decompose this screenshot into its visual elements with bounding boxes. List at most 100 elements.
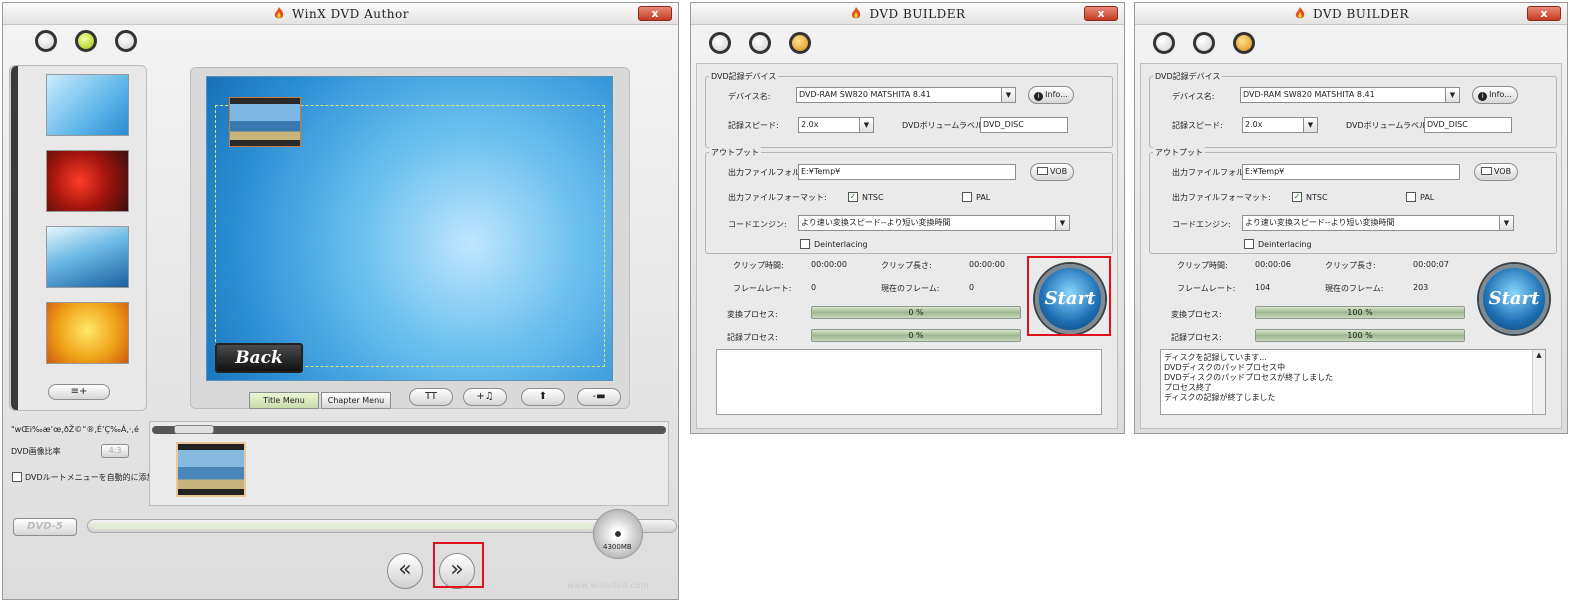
current-frame-label: 現在のフレーム: bbox=[1325, 284, 1384, 293]
record-progress-bar: 100 % bbox=[1255, 329, 1465, 342]
vob-button[interactable]: VOB bbox=[1030, 163, 1074, 181]
volume-label: DVDボリュームラベル: bbox=[1346, 121, 1430, 130]
chevron-down-icon[interactable]: ▼ bbox=[1499, 216, 1513, 230]
chevron-down-icon[interactable]: ▼ bbox=[1055, 216, 1069, 230]
record-label: 記録プロセス: bbox=[727, 333, 778, 342]
ntsc-checkbox[interactable]: ✓ bbox=[848, 192, 858, 202]
info-label: Info... bbox=[1489, 90, 1512, 99]
flame-icon bbox=[274, 7, 284, 19]
device-select[interactable]: DVD-RAM SW820 MATSHITA 8.41 ▼ bbox=[1240, 87, 1460, 103]
step-indicator-3[interactable] bbox=[789, 32, 811, 54]
step-indicator-2[interactable] bbox=[75, 30, 97, 52]
remove-button[interactable]: -▬ bbox=[577, 388, 621, 406]
vob-label: VOB bbox=[1049, 167, 1068, 176]
close-button[interactable]: x bbox=[638, 6, 672, 21]
step-indicator-1[interactable] bbox=[35, 30, 57, 52]
template-scrollbar[interactable] bbox=[10, 66, 18, 410]
step-indicator-2[interactable] bbox=[1193, 32, 1215, 54]
engine-select[interactable]: より速い変換スピード--より短い変換時間 ▼ bbox=[798, 215, 1070, 231]
capacity-bar bbox=[87, 519, 677, 533]
window-title: DVD BUILDER bbox=[1293, 7, 1409, 21]
dvd-type-badge[interactable]: DVD-5 bbox=[13, 518, 77, 536]
step-indicator-1[interactable] bbox=[709, 32, 731, 54]
info-button[interactable]: i Info... bbox=[1472, 86, 1518, 104]
title-clip-thumbnail[interactable] bbox=[176, 442, 246, 497]
folder-icon bbox=[1036, 167, 1048, 175]
engine-select[interactable]: より速い変換スピード--より短い変換時間 ▼ bbox=[1242, 215, 1514, 231]
speed-select[interactable]: 2.0x ▼ bbox=[798, 117, 874, 133]
chevron-down-icon[interactable]: ▼ bbox=[859, 118, 873, 132]
move-up-button[interactable]: ⬆ bbox=[521, 388, 565, 406]
prev-button[interactable]: « bbox=[387, 553, 423, 589]
ntsc-checkbox[interactable]: ✓ bbox=[1292, 192, 1302, 202]
template-thumb-3[interactable] bbox=[46, 226, 129, 288]
text-tool-button[interactable]: TT bbox=[409, 388, 453, 406]
deinterlacing-checkbox[interactable] bbox=[1244, 239, 1254, 249]
deinterlacing-checkbox[interactable] bbox=[800, 239, 810, 249]
speed-select[interactable]: 2.0x ▼ bbox=[1242, 117, 1318, 133]
step-indicator-3[interactable] bbox=[115, 30, 137, 52]
frame-rate-value: 0 bbox=[811, 283, 817, 292]
pal-checkbox[interactable] bbox=[962, 192, 972, 202]
builder-titlebar: DVD BUILDER x bbox=[691, 3, 1124, 25]
template-thumb-4[interactable] bbox=[46, 302, 129, 364]
tab-title-menu[interactable]: Title Menu bbox=[249, 392, 319, 409]
log-line: DVDディスクのパッドプロセス中 bbox=[1164, 363, 1286, 372]
info-button[interactable]: i Info... bbox=[1028, 86, 1074, 104]
template-thumb-1[interactable] bbox=[46, 74, 129, 136]
title-strip-scrollbar[interactable] bbox=[152, 425, 666, 434]
ntsc-label: NTSC bbox=[1306, 193, 1328, 202]
volume-input[interactable]: DVD_DISC bbox=[980, 117, 1068, 133]
vob-button[interactable]: VOB bbox=[1474, 163, 1518, 181]
close-button[interactable]: x bbox=[1084, 6, 1118, 21]
clip-length-label: クリップ長さ: bbox=[881, 261, 932, 270]
device-select[interactable]: DVD-RAM SW820 MATSHITA 8.41 ▼ bbox=[796, 87, 1016, 103]
current-frame-label: 現在のフレーム: bbox=[881, 284, 940, 293]
aspect-ratio-button[interactable]: 4:3 bbox=[101, 444, 129, 458]
frame-rate-label: フレームレート: bbox=[1177, 284, 1236, 293]
format-label: 出力ファイルフォーマット: bbox=[1172, 193, 1271, 202]
convert-progress-bar: 0 % bbox=[811, 306, 1021, 319]
menu-preview[interactable]: Back bbox=[206, 76, 613, 381]
frame-rate-value: 104 bbox=[1255, 283, 1271, 292]
info-icon: i bbox=[1478, 92, 1488, 101]
chevron-down-icon[interactable]: ▼ bbox=[1303, 118, 1317, 132]
flame-icon bbox=[852, 7, 861, 19]
add-menu-button[interactable]: ≡+ bbox=[48, 384, 110, 400]
deinterlacing-label: Deinterlacing bbox=[814, 240, 868, 249]
auto-root-menu-checkbox[interactable] bbox=[12, 472, 22, 482]
device-group: DVD記録デバイス デバイス名: DVD-RAM SW820 MATSHITA … bbox=[705, 71, 1113, 148]
step-indicator-1[interactable] bbox=[1153, 32, 1175, 54]
template-thumb-2[interactable] bbox=[46, 150, 129, 212]
window-title: WinX DVD Author bbox=[272, 7, 409, 21]
step-indicator-2[interactable] bbox=[749, 32, 771, 54]
builder-body: DVD記録デバイス デバイス名: DVD-RAM SW820 MATSHITA … bbox=[696, 63, 1118, 429]
log-line: ディスクを記録しています... bbox=[1164, 353, 1267, 362]
close-button[interactable]: x bbox=[1527, 6, 1561, 21]
start-button[interactable]: Start bbox=[1479, 264, 1549, 334]
current-frame-value: 203 bbox=[1413, 283, 1429, 292]
log-scrollbar[interactable]: ▲ bbox=[1532, 350, 1545, 414]
add-music-button[interactable]: +♫ bbox=[463, 388, 507, 406]
clip-time-label: クリップ時間: bbox=[1177, 261, 1228, 270]
title-strip-scroll-thumb[interactable] bbox=[174, 425, 214, 434]
selected-title-thumbnail[interactable] bbox=[229, 97, 301, 147]
pal-checkbox[interactable] bbox=[1406, 192, 1416, 202]
log-output bbox=[716, 349, 1102, 415]
step-indicator-3[interactable] bbox=[1233, 32, 1255, 54]
author-title-text: WinX DVD Author bbox=[292, 7, 409, 21]
device-group-label: DVD記録デバイス bbox=[709, 71, 779, 82]
chevron-down-icon[interactable]: ▼ bbox=[1445, 88, 1459, 102]
output-group: アウトプット 出力ファイルフォルダ: E:¥Temp¥ VOB 出力ファイルフォ… bbox=[705, 147, 1113, 254]
clip-time-value: 00:00:06 bbox=[1255, 260, 1291, 269]
back-button[interactable]: Back bbox=[215, 343, 303, 373]
folder-input[interactable]: E:¥Temp¥ bbox=[798, 164, 1016, 180]
template-list: ≡+ bbox=[9, 65, 147, 411]
tab-chapter-menu[interactable]: Chapter Menu bbox=[321, 392, 391, 409]
disc-icon bbox=[593, 509, 643, 559]
vob-label: VOB bbox=[1493, 167, 1512, 176]
chevron-down-icon[interactable]: ▼ bbox=[1001, 88, 1015, 102]
folder-input[interactable]: E:¥Temp¥ bbox=[1242, 164, 1460, 180]
log-output: ディスクを記録しています... DVDディスクのパッドプロセス中 DVDディスク… bbox=[1160, 349, 1546, 415]
volume-input[interactable]: DVD_DISC bbox=[1424, 117, 1512, 133]
